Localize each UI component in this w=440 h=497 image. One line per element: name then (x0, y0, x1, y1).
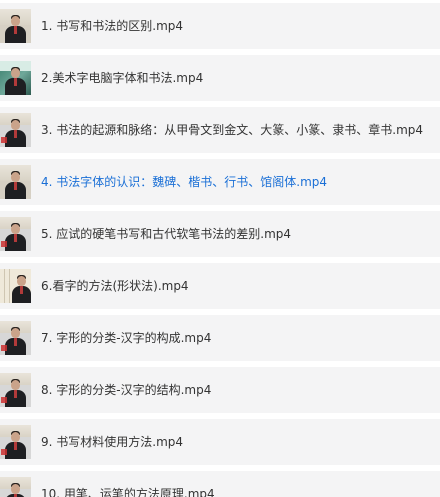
playlist-item[interactable]: 7. 字形的分类-汉字的构成.mp4 (0, 315, 440, 361)
playlist-item-active[interactable]: 4. 书法字体的认识：魏碑、楷书、行书、馆阁体.mp4 (0, 159, 440, 205)
video-thumbnail (0, 165, 31, 199)
playlist-item-title: 8. 字形的分类-汉字的结构.mp4 (41, 383, 212, 397)
playlist-item-title: 6.看字的方法(形状法).mp4 (41, 279, 189, 293)
video-thumbnail (0, 61, 31, 95)
video-thumbnail (0, 9, 31, 43)
video-thumbnail (0, 269, 31, 303)
video-thumbnail (0, 373, 31, 407)
playlist-item[interactable]: 10. 用笔、运笔的方法原理.mp4 (0, 471, 440, 497)
playlist-item[interactable]: 5. 应试的硬笔书写和古代软笔书法的差别.mp4 (0, 211, 440, 257)
video-thumbnail (0, 113, 31, 147)
playlist-item[interactable]: 2.美术字电脑字体和书法.mp4 (0, 55, 440, 101)
playlist-item[interactable]: 1. 书写和书法的区别.mp4 (0, 3, 440, 49)
playlist-item[interactable]: 3. 书法的起源和脉络：从甲骨文到金文、大篆、小篆、隶书、章书.mp4 (0, 107, 440, 153)
playlist-item-title: 3. 书法的起源和脉络：从甲骨文到金文、大篆、小篆、隶书、章书.mp4 (41, 123, 424, 137)
playlist-item-title: 4. 书法字体的认识：魏碑、楷书、行书、馆阁体.mp4 (41, 175, 328, 189)
video-thumbnail (0, 217, 31, 251)
playlist-item[interactable]: 9. 书写材料使用方法.mp4 (0, 419, 440, 465)
playlist-item-title: 5. 应试的硬笔书写和古代软笔书法的差别.mp4 (41, 227, 292, 241)
video-thumbnail (0, 321, 31, 355)
playlist-item-title: 10. 用笔、运笔的方法原理.mp4 (41, 487, 215, 497)
playlist-item-title: 2.美术字电脑字体和书法.mp4 (41, 71, 204, 85)
playlist-item-title: 1. 书写和书法的区别.mp4 (41, 19, 184, 33)
video-thumbnail (0, 425, 31, 459)
playlist-item[interactable]: 8. 字形的分类-汉字的结构.mp4 (0, 367, 440, 413)
playlist-item-title: 7. 字形的分类-汉字的构成.mp4 (41, 331, 212, 345)
playlist-item[interactable]: 6.看字的方法(形状法).mp4 (0, 263, 440, 309)
video-thumbnail (0, 477, 31, 497)
playlist-item-title: 9. 书写材料使用方法.mp4 (41, 435, 184, 449)
video-playlist: 1. 书写和书法的区别.mp4 2.美术字电脑字体和书法.mp4 3. 书法的起… (0, 0, 440, 497)
